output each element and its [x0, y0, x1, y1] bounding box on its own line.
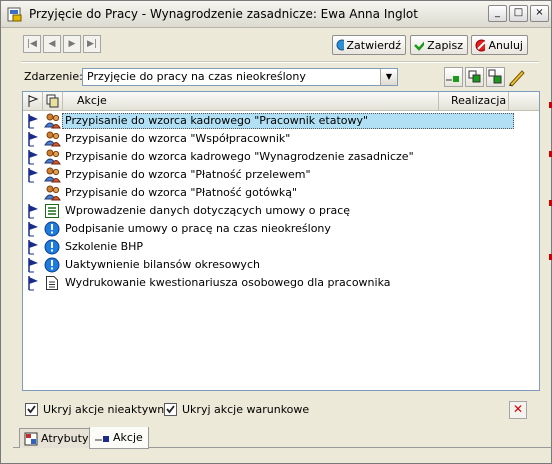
hide-conditional-label: Ukryj akcje warunkowe [182, 403, 310, 416]
hide-conditional-checkbox[interactable]: Ukryj akcje warunkowe [164, 403, 309, 416]
flag-icon [28, 95, 39, 107]
list-item[interactable]: Wydrukowanie kwestionariusza osobowego d… [23, 274, 539, 292]
list-item-label: Przypisanie do wzorca kadrowego "Wynagro… [65, 150, 414, 163]
list-item-label: Przypisanie do wzorca "Płatność przelewe… [65, 168, 311, 181]
cancel-icon [475, 39, 486, 51]
cancel-button[interactable]: Anuluj [471, 35, 528, 55]
list-item[interactable]: Przypisanie do wzorca "Współpracownik" [23, 130, 539, 148]
form-icon [45, 204, 59, 218]
list-item-label: Uaktywnienie bilansów okresowych [65, 258, 260, 271]
separator [21, 61, 539, 63]
tab-attributes[interactable]: Atrybuty [19, 428, 95, 448]
save-label: Zapisz [427, 38, 463, 52]
attributes-icon [24, 432, 38, 445]
people-icon [44, 149, 61, 165]
delete-action-button[interactable]: ✕ [509, 401, 527, 419]
list-item[interactable]: Uaktywnienie bilansów okresowych [23, 256, 539, 274]
list-item-label: Przypisanie do wzorca kadrowego "Pracown… [62, 113, 514, 129]
action-column-header[interactable]: Akcje [63, 92, 439, 110]
checkbox-box[interactable] [164, 403, 177, 416]
window-title: Przyjęcie do Pracy - Wynagrodzenie zasad… [29, 7, 418, 21]
checkmark-icon [414, 41, 425, 51]
people-icon [44, 167, 61, 183]
list-item[interactable]: Szkolenie BHP [23, 238, 539, 256]
list-item[interactable]: Przypisanie do wzorca "Płatność przelewe… [23, 166, 539, 184]
close-button[interactable]: × [530, 5, 549, 22]
flag-icon-wrap [26, 275, 41, 294]
flag-icon [28, 204, 38, 219]
prev-record-button[interactable]: ◀ [43, 35, 61, 53]
chevron-down-icon[interactable]: ▼ [380, 69, 397, 85]
list-item[interactable]: Wprowadzenie danych dotyczących umowy o … [23, 202, 539, 220]
hide-inactive-label: Ukryj akcje nieaktywne [43, 403, 171, 416]
pencil-icon [509, 70, 525, 87]
minimize-button[interactable]: _ [488, 5, 507, 22]
checkmark-icon [27, 405, 36, 414]
flag-column-header[interactable] [23, 92, 43, 110]
document-icon [46, 276, 58, 290]
pages-icon [46, 94, 59, 108]
status-dot-icon [336, 39, 344, 51]
event-value: Przyjęcie do pracy na czas nieokreślony [87, 70, 306, 83]
list-item-label: Wprowadzenie danych dotyczących umowy o … [65, 204, 351, 217]
list-item-label: Podpisanie umowy o pracę na czas nieokre… [65, 222, 331, 235]
info-icon [44, 239, 60, 255]
flag-icon [28, 168, 38, 183]
tab-attributes-label: Atrybuty [41, 432, 89, 445]
list-item-label: Przypisanie do wzorca "Współpracownik" [65, 132, 291, 145]
copy-action-button[interactable] [465, 67, 484, 87]
flag-icon [28, 276, 38, 291]
icon-column-header[interactable] [43, 92, 63, 110]
title-bar[interactable]: Przyjęcie do Pracy - Wynagrodzenie zasad… [1, 1, 551, 28]
flag-icon [28, 150, 38, 165]
info-icon [44, 221, 60, 237]
flag-icon [28, 240, 38, 255]
row-icon [44, 275, 60, 294]
list-item[interactable]: Przypisanie do wzorca "Płatność gotówką" [23, 184, 539, 202]
people-icon [44, 113, 61, 129]
move-icon [488, 69, 502, 84]
list-item-label: Przypisanie do wzorca "Płatność gotówką" [65, 186, 298, 199]
tab-actions-label: Akcje [113, 431, 143, 444]
realization-column-header[interactable]: Realizacja [439, 92, 509, 110]
info-icon [44, 257, 60, 273]
hide-inactive-checkbox[interactable]: Ukryj akcje nieaktywne [25, 403, 171, 416]
actions-list: Akcje Realizacja Przypisanie do wzorca k… [22, 91, 540, 391]
event-label: Zdarzenie: [24, 70, 83, 83]
move-action-button[interactable] [486, 67, 505, 87]
tab-actions[interactable]: Akcje [89, 427, 149, 449]
first-record-button[interactable]: |◀ [23, 35, 41, 53]
app-icon [7, 7, 22, 22]
confirm-label: Zatwierdź [346, 38, 402, 52]
list-item-label: Szkolenie BHP [65, 240, 144, 253]
people-icon [44, 131, 61, 147]
checkmark-icon [166, 405, 175, 414]
flag-icon [28, 114, 38, 129]
people-icon [44, 185, 61, 201]
cancel-label: Anuluj [488, 38, 523, 52]
checkbox-box[interactable] [25, 403, 38, 416]
event-dropdown[interactable]: Przyjęcie do pracy na czas nieokreślony … [82, 68, 398, 86]
list-item[interactable]: Podpisanie umowy o pracę na czas nieokre… [23, 220, 539, 238]
next-record-button[interactable]: ▶ [63, 35, 81, 53]
flag-icon [28, 258, 38, 273]
copy-icon [468, 70, 481, 83]
flag-icon [28, 132, 38, 147]
list-header: Akcje Realizacja [23, 92, 539, 111]
edit-action-button[interactable] [507, 67, 526, 87]
confirm-button[interactable]: Zatwierdź [332, 35, 406, 55]
flag-icon [28, 222, 38, 237]
last-record-button[interactable]: ▶| [83, 35, 101, 53]
arrow-to-box-icon [95, 435, 109, 442]
list-item-label: Wydrukowanie kwestionariusza osobowego d… [65, 276, 391, 289]
dialog-window: Przyjęcie do Pracy - Wynagrodzenie zasad… [0, 0, 552, 464]
maximize-button[interactable]: □ [509, 5, 528, 22]
save-button[interactable]: Zapisz [410, 35, 468, 55]
arrow-to-box-icon [446, 76, 459, 82]
list-item[interactable]: Przypisanie do wzorca kadrowego "Wynagro… [23, 148, 539, 166]
add-action-button[interactable] [444, 67, 463, 87]
list-item[interactable]: Przypisanie do wzorca kadrowego "Pracown… [23, 112, 539, 130]
